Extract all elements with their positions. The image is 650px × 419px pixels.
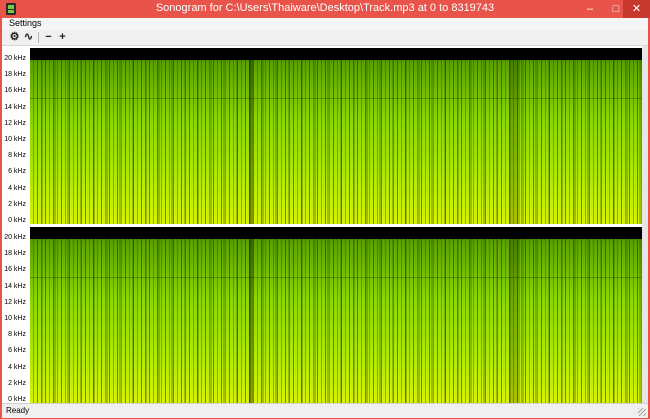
frequency-label: 16 kHz <box>4 87 26 95</box>
channel-2-spectrogram[interactable] <box>30 227 642 403</box>
frequency-label: 8 kHz <box>8 152 26 160</box>
frequency-label: 14 kHz <box>4 103 26 111</box>
frequency-label: 8 kHz <box>8 331 26 339</box>
frequency-label: 2 kHz <box>8 200 26 208</box>
frequency-label: 4 kHz <box>8 184 26 192</box>
frequency-label: 6 kHz <box>8 347 26 355</box>
window-title: Sonogram for C:\Users\Thaiware\Desktop\T… <box>155 2 495 14</box>
spectrogram-dark-band <box>510 48 520 224</box>
frequency-label: 0 kHz <box>8 396 26 403</box>
menu-bar: Settings <box>2 18 648 30</box>
spectrogram-dark-band <box>249 48 253 224</box>
frequency-label: 18 kHz <box>4 250 26 258</box>
zoom-out-icon[interactable]: − <box>42 31 55 44</box>
status-bar: Ready <box>2 403 648 418</box>
spectrogram-silence-band <box>30 227 642 239</box>
title-bar[interactable]: Sonogram for C:\Users\Thaiware\Desktop\T… <box>0 0 650 18</box>
spectrogram-line <box>30 98 642 99</box>
status-text: Ready <box>6 406 30 415</box>
sonogram-window: Sonogram for C:\Users\Thaiware\Desktop\T… <box>0 0 650 419</box>
frequency-label: 4 kHz <box>8 363 26 371</box>
frequency-label: 0 kHz <box>8 217 26 224</box>
frequency-label: 18 kHz <box>4 71 26 79</box>
channel-1-spectrogram[interactable] <box>30 48 642 224</box>
frequency-label: 10 kHz <box>4 315 26 322</box>
spectrogram-dark-band <box>510 227 520 403</box>
frequency-label: 12 kHz <box>4 298 26 306</box>
spectrogram-fill <box>30 227 642 403</box>
resize-grip-icon[interactable] <box>638 408 646 416</box>
minimize-button[interactable]: – <box>577 0 603 18</box>
frequency-label: 14 kHz <box>4 282 26 290</box>
spectrogram-line <box>30 277 642 278</box>
spectrogram-silence-band <box>30 48 642 60</box>
close-button[interactable]: ✕ <box>623 0 650 18</box>
frequency-label: 6 kHz <box>8 168 26 176</box>
frequency-label: 2 kHz <box>8 379 26 387</box>
waveform-icon[interactable]: ∿ <box>22 31 35 44</box>
frequency-label: 20 kHz <box>4 234 26 241</box>
frequency-label: 10 kHz <box>4 136 26 143</box>
spectrogram-fill <box>30 48 642 224</box>
toolbar-separator <box>38 32 39 43</box>
frequency-label: 12 kHz <box>4 119 26 127</box>
frequency-label: 16 kHz <box>4 266 26 274</box>
toolbar: ⚙ ∿ − + <box>2 30 648 46</box>
vertical-scrollbar[interactable] <box>642 46 648 403</box>
spectrogram-dark-band <box>249 227 253 403</box>
frequency-label: 20 kHz <box>4 55 26 62</box>
client-area: Settings ⚙ ∿ − + 20 kHz 18 kHz 16 kHz 14 kH… <box>2 18 648 418</box>
zoom-in-icon[interactable]: + <box>56 31 69 44</box>
settings-wave-icon[interactable]: ⚙ <box>8 31 21 44</box>
sonogram-view[interactable]: 20 kHz 18 kHz 16 kHz 14 kHz 12 kHz 10 kHz 8 kH… <box>2 46 648 403</box>
menu-settings[interactable]: Settings <box>9 18 42 28</box>
